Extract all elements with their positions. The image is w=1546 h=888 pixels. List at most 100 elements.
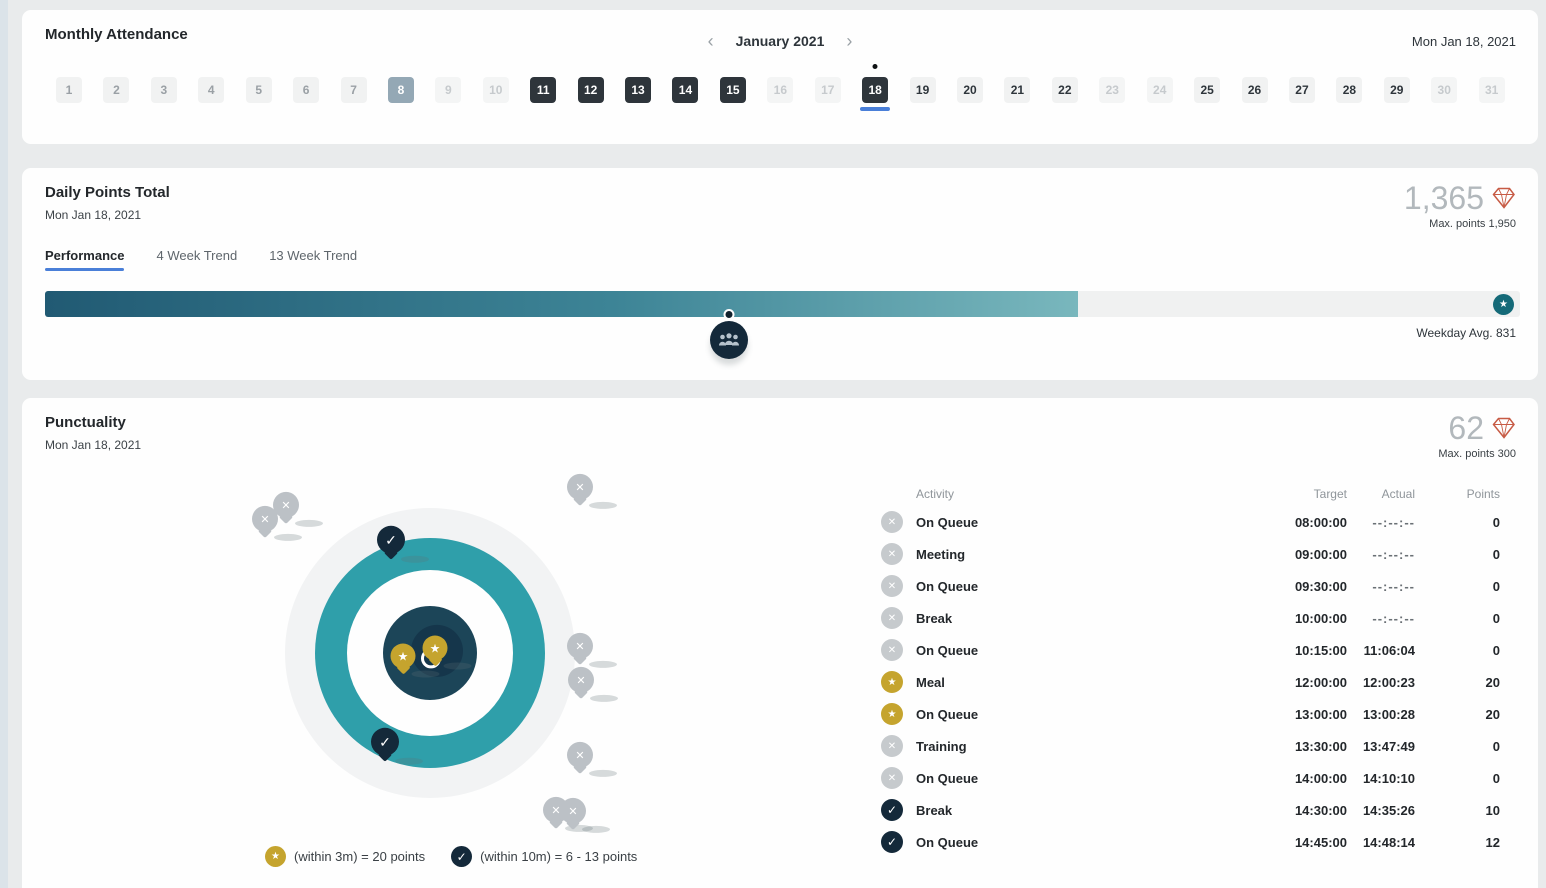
calendar-day-3[interactable]: 3 [151,77,177,103]
target-pin-check: ✓ [371,728,399,756]
cell-points: 20 [1415,675,1500,690]
calendar-day-10[interactable]: 10 [483,77,509,103]
cell-activity: On Queue [916,515,1247,530]
table-body: ✕On Queue08:00:00--:--:--0✕Meeting09:00:… [870,506,1500,858]
points-progress-fill [45,291,1078,317]
team-average-marker [710,321,748,359]
cell-activity: Training [916,739,1247,754]
calendar-day-8[interactable]: 8 [388,77,414,103]
calendar-day-6[interactable]: 6 [293,77,319,103]
calendar-day-12[interactable]: 12 [578,77,604,103]
calendar-day-20[interactable]: 20 [957,77,983,103]
column-header-activity: Activity [916,487,1247,501]
day-number: 17 [821,83,834,97]
cell-points: 20 [1415,707,1500,722]
calendar-day-9[interactable]: 9 [435,77,461,103]
calendar-day-1[interactable]: 1 [56,77,82,103]
monthly-attendance-card: Monthly Attendance ‹ January 2021 › Mon … [22,10,1538,144]
tab-4-week-trend[interactable]: 4 Week Trend [156,248,237,271]
day-number: 12 [584,83,597,97]
punctuality-title: Punctuality [45,414,126,431]
cell-activity: On Queue [916,643,1247,658]
punctuality-legend: ★(within 3m) = 20 points ✓ (within 10m) = … [265,846,637,867]
calendar-day-23[interactable]: 23 [1099,77,1125,103]
diamond-icon [1492,417,1516,439]
chevron-right-icon[interactable]: › [842,32,856,50]
day-number: 8 [398,83,405,97]
day-number: 31 [1485,83,1498,97]
cell-actual: 14:10:10 [1347,771,1415,786]
status-cell: ✕ [870,575,916,597]
calendar-day-31[interactable]: 31 [1479,77,1505,103]
calendar-day-25[interactable]: 25 [1194,77,1220,103]
table-row: ✕Break10:00:00--:--:--0 [870,602,1500,634]
miss-icon: ✕ [881,767,903,789]
cell-points: 0 [1415,579,1500,594]
miss-icon: ✕ [881,607,903,629]
punctuality-max-label: Max. points 300 [1438,448,1516,460]
legend-item-star: ★(within 3m) = 20 points [265,846,425,867]
calendar-day-7[interactable]: 7 [341,77,367,103]
check-icon: ✓ [451,846,472,867]
day-number: 15 [726,83,739,97]
daily-points-max-label: Max. points 1,950 [1404,218,1516,230]
cell-target: 10:15:00 [1247,643,1347,658]
today-dot [873,64,878,69]
calendar-days: 1234567891011121314151617181920212223242… [22,77,1538,103]
calendar-day-17[interactable]: 17 [815,77,841,103]
cell-activity: Break [916,611,1247,626]
cell-target: 10:00:00 [1247,611,1347,626]
day-number: 3 [161,83,168,97]
calendar-day-21[interactable]: 21 [1004,77,1030,103]
legend-label: (within 10m) = 6 - 13 points [480,849,637,864]
miss-icon: ✕ [881,543,903,565]
day-number: 22 [1058,83,1071,97]
calendar-day-14[interactable]: 14 [672,77,698,103]
calendar-day-16[interactable]: 16 [767,77,793,103]
day-number: 29 [1390,83,1403,97]
day-number: 9 [445,83,452,97]
calendar-day-5[interactable]: 5 [246,77,272,103]
calendar-day-4[interactable]: 4 [198,77,224,103]
calendar-day-24[interactable]: 24 [1147,77,1173,103]
table-row: ✕Meeting09:00:00--:--:--0 [870,538,1500,570]
current-date-label: Mon Jan 18, 2021 [1412,34,1516,49]
chevron-left-icon[interactable]: ‹ [704,32,718,50]
day-number: 1 [66,83,73,97]
calendar-day-11[interactable]: 11 [530,77,556,103]
miss-icon: ✕ [881,735,903,757]
calendar-day-2[interactable]: 2 [103,77,129,103]
calendar-day-13[interactable]: 13 [625,77,651,103]
day-number: 16 [774,83,787,97]
calendar-day-15[interactable]: 15 [720,77,746,103]
calendar-day-27[interactable]: 27 [1289,77,1315,103]
day-number: 6 [303,83,310,97]
average-marker-dot [724,309,735,320]
cell-points: 0 [1415,643,1500,658]
table-row: ✕On Queue08:00:00--:--:--0 [870,506,1500,538]
daily-points-value: 1,365 [1404,182,1484,214]
tab-performance[interactable]: Performance [45,248,124,271]
cell-target: 14:30:00 [1247,803,1347,818]
day-number: 30 [1438,83,1451,97]
status-cell: ✕ [870,767,916,789]
calendar-day-22[interactable]: 22 [1052,77,1078,103]
star-icon: ★ [265,846,286,867]
month-label: January 2021 [736,33,825,49]
cell-actual: --:--:-- [1347,611,1415,626]
diamond-icon [1492,187,1516,209]
calendar-day-19[interactable]: 19 [910,77,936,103]
legend-item-check: ✓ (within 10m) = 6 - 13 points [451,846,637,867]
cell-target: 14:45:00 [1247,835,1347,850]
day-number: 13 [631,83,644,97]
target-pin-miss: ✕ [560,798,586,824]
miss-icon: ✕ [881,639,903,661]
calendar-day-18[interactable]: 18 [862,77,888,103]
calendar-day-26[interactable]: 26 [1242,77,1268,103]
calendar-day-30[interactable]: 30 [1431,77,1457,103]
tab-13-week-trend[interactable]: 13 Week Trend [269,248,357,271]
cell-points: 10 [1415,803,1500,818]
status-cell: ✕ [870,735,916,757]
calendar-day-28[interactable]: 28 [1336,77,1362,103]
calendar-day-29[interactable]: 29 [1384,77,1410,103]
